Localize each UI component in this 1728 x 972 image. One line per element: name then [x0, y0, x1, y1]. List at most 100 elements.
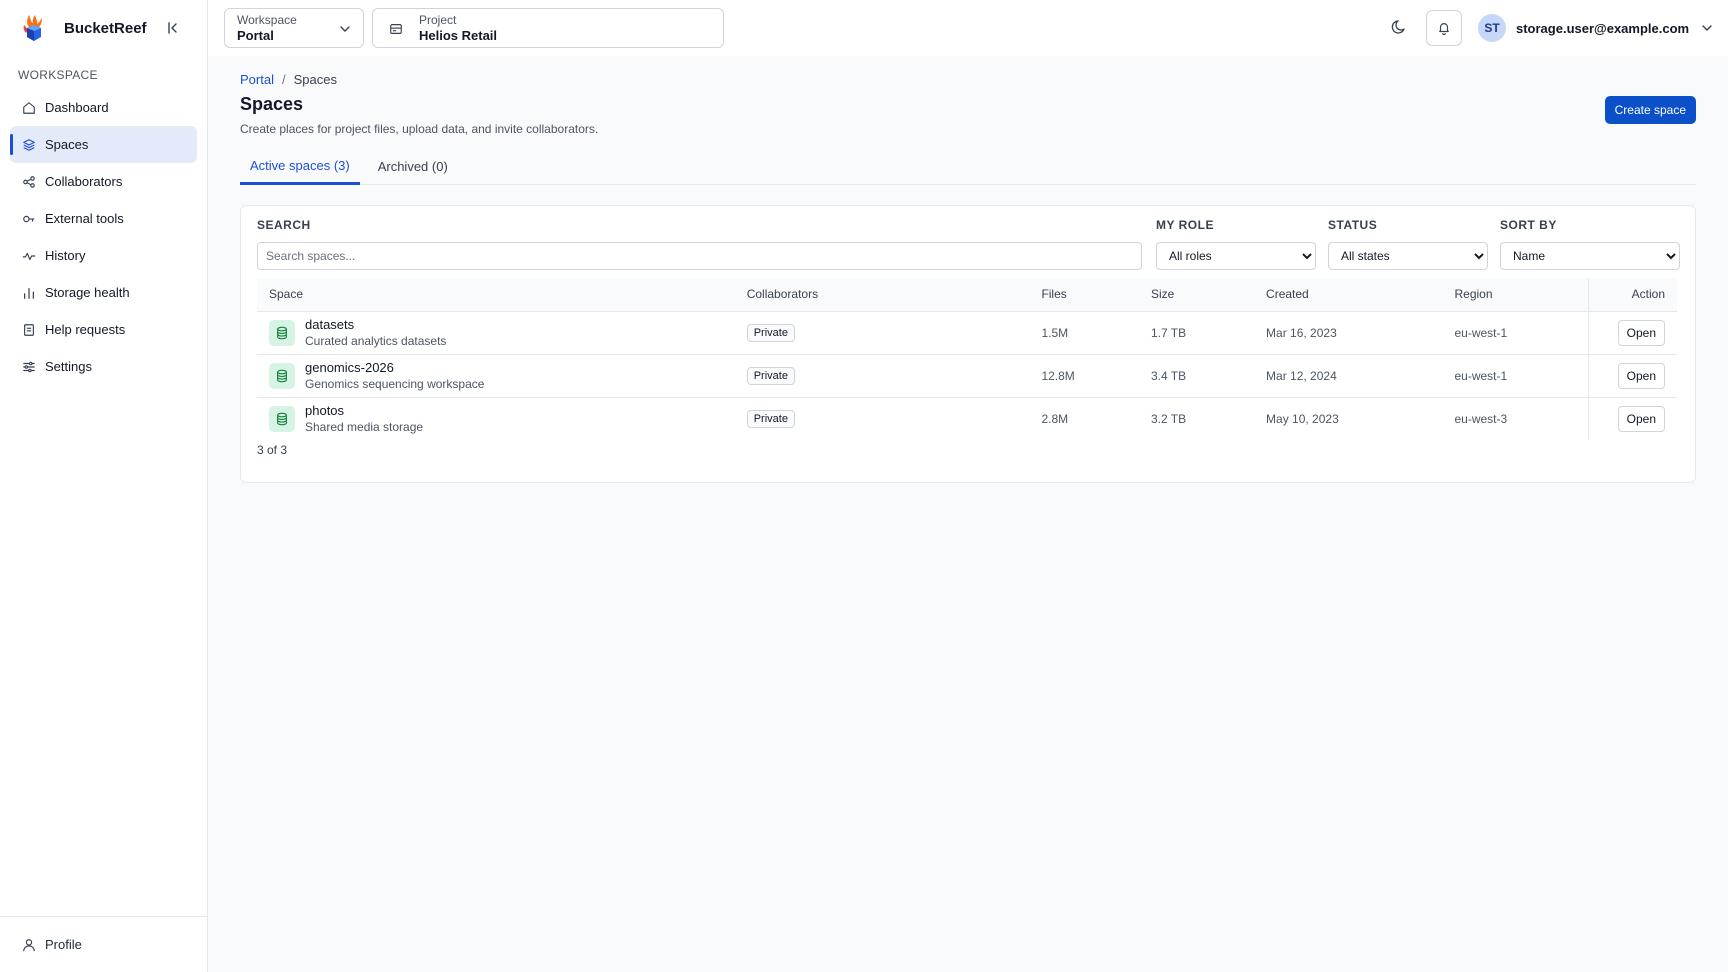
workspace-select-label: Workspace [237, 13, 297, 27]
column-header-action: Action [1587, 278, 1677, 312]
space-name[interactable]: datasets [305, 317, 446, 332]
sidebar-item-settings[interactable]: Settings [10, 348, 197, 385]
activity-icon [22, 252, 36, 260]
region-cell: eu-west-3 [1454, 411, 1508, 426]
brand[interactable]: BucketReef [20, 12, 147, 44]
column-header-collaborators[interactable]: Collaborators [734, 278, 1030, 312]
database-icon [269, 319, 295, 346]
database-icon [269, 362, 295, 389]
share-icon [23, 175, 35, 188]
sidebar: BucketReef WORKSPACE Dashboard Spaces Co… [0, 0, 208, 972]
collapse-sidebar-icon[interactable] [164, 19, 182, 37]
open-button[interactable]: Open [1617, 405, 1665, 432]
table-row[interactable]: genomics-2026 Genomics sequencing workspa… [257, 354, 1677, 398]
home-icon [23, 101, 35, 114]
privacy-badge: Private [746, 366, 795, 385]
space-name[interactable]: genomics-2026 [305, 360, 484, 375]
files-cell: 2.8M [1041, 411, 1069, 426]
sidebar-item-label: Collaborators [45, 174, 123, 189]
sidebar-item-spaces[interactable]: Spaces [10, 126, 197, 163]
sidebar-item-history[interactable]: History [10, 237, 197, 274]
project-select-label: Project [419, 13, 457, 27]
create-space-button[interactable]: Create space [1604, 96, 1696, 124]
bucketreef-logo-icon [23, 15, 42, 41]
sliders-icon [23, 361, 35, 372]
size-cell: 3.2 TB [1151, 411, 1187, 426]
brand-name: BucketReef [64, 19, 147, 37]
status-select[interactable]: All states [1328, 242, 1488, 270]
sidebar-item-collaborators[interactable]: Collaborators [10, 163, 197, 200]
page-subtitle: Create places for project files, upload … [240, 122, 599, 136]
sidebar-item-dashboard[interactable]: Dashboard [10, 89, 197, 126]
tab-archived[interactable]: Archived (0) [368, 148, 458, 185]
database-icon [269, 405, 295, 432]
sidebar-item-label: Profile [45, 937, 82, 952]
privacy-badge: Private [746, 409, 795, 428]
user-email: storage.user@example.com [1516, 20, 1690, 36]
sidebar-nav: Dashboard Spaces Collaborators External … [10, 89, 197, 385]
open-button[interactable]: Open [1617, 362, 1665, 389]
bell-icon [1439, 23, 1449, 35]
breadcrumb-current: Spaces [293, 72, 337, 87]
topbar: Workspace Portal Project Helios Retail S… [208, 0, 1728, 56]
column-header-size[interactable]: Size [1139, 278, 1255, 312]
column-header-region[interactable]: Region [1442, 278, 1589, 312]
size-cell: 1.7 TB [1139, 311, 1255, 355]
row-count: 3 of 3 [257, 443, 288, 457]
sort-select[interactable]: Name [1500, 242, 1680, 270]
size-cell: 3.4 TB [1139, 354, 1255, 398]
sort-label: SORT BY [1500, 218, 1557, 232]
sidebar-item-external-tools[interactable]: External tools [10, 200, 197, 237]
sidebar-item-storage-health[interactable]: Storage health [10, 274, 197, 311]
space-name[interactable]: photos [305, 403, 423, 418]
project-select[interactable]: Project Helios Retail [372, 8, 724, 48]
open-button[interactable]: Open [1617, 319, 1665, 346]
workspace-select[interactable]: Workspace Portal [224, 8, 364, 48]
sidebar-item-label: External tools [45, 211, 124, 226]
document-icon [24, 323, 34, 336]
status-label: STATUS [1328, 218, 1378, 232]
user-menu[interactable]: ST storage.user@example.com [1478, 14, 1713, 42]
sidebar-item-label: Help requests [45, 322, 126, 337]
role-filter: MY ROLE All roles [1156, 218, 1316, 270]
column-header-files[interactable]: Files [1029, 278, 1139, 312]
page-title: Spaces [240, 94, 304, 114]
space-description: Curated analytics datasets [305, 334, 447, 348]
section-label-workspace: WORKSPACE [18, 68, 98, 82]
created-cell: Mar 16, 2023 [1254, 311, 1443, 355]
search-input[interactable] [257, 242, 1142, 270]
moon-icon[interactable] [1390, 18, 1408, 36]
status-filter: STATUS All states [1328, 218, 1488, 270]
table-row[interactable]: datasets Curated analytics datasets Priva… [257, 311, 1677, 355]
avatar: ST [1478, 14, 1506, 42]
sidebar-item-profile[interactable]: Profile [0, 916, 207, 972]
project-select-value: Helios Retail [419, 28, 498, 43]
table-row[interactable]: photos Shared media storage Private 2.8M … [257, 397, 1677, 440]
tabs: Active spaces (3) Archived (0) [240, 148, 1696, 185]
created-cell: May 10, 2023 [1266, 411, 1339, 426]
sidebar-item-label: History [45, 248, 86, 263]
tab-active-spaces[interactable]: Active spaces (3) [240, 148, 360, 185]
table-header-row: Space Collaborators Files Size Created R… [257, 278, 1677, 312]
sidebar-item-label: Settings [45, 359, 92, 374]
privacy-badge: Private [746, 323, 795, 342]
credit-card-icon [390, 24, 402, 34]
column-header-created[interactable]: Created [1254, 278, 1443, 312]
files-cell: 12.8M [1029, 354, 1139, 398]
bar-chart-icon [24, 287, 34, 299]
sidebar-item-label: Dashboard [45, 100, 109, 115]
layers-icon [23, 138, 35, 151]
sidebar-item-help-requests[interactable]: Help requests [10, 311, 197, 348]
breadcrumb: Portal / Spaces [240, 72, 337, 87]
sort-filter: SORT BY Name [1500, 218, 1680, 270]
role-select[interactable]: All roles [1156, 242, 1316, 270]
sidebar-item-label: Spaces [45, 137, 89, 152]
space-cell: genomics-2026 Genomics sequencing workspa… [269, 360, 723, 391]
notifications-button[interactable] [1426, 10, 1462, 46]
search-label: SEARCH [257, 218, 311, 232]
column-header-space[interactable]: Space [257, 278, 735, 312]
role-label: MY ROLE [1156, 218, 1214, 232]
breadcrumb-root-link[interactable]: Portal [240, 72, 274, 87]
user-icon [23, 938, 35, 951]
breadcrumb-separator: / [281, 72, 286, 87]
